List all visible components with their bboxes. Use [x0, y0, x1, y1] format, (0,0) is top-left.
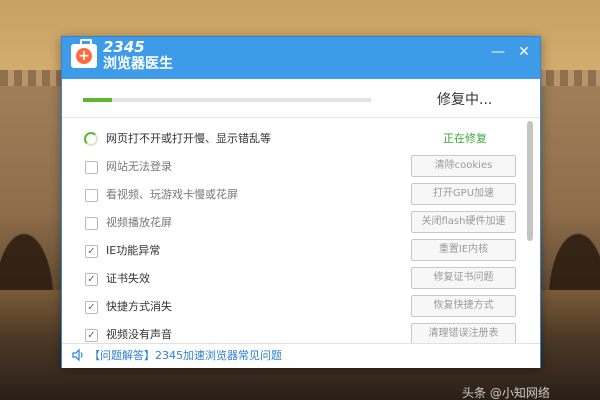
watermark-text: 头条 @小知网络 [462, 386, 550, 400]
minimize-icon[interactable]: — [488, 43, 508, 61]
issue-checkbox-checked[interactable]: ✓ [85, 301, 98, 314]
list-item: ✓ 证书失效 修复证书问题 [62, 267, 526, 293]
issue-label: 视频没有声音 [106, 328, 172, 341]
close-icon[interactable]: ✕ [514, 43, 534, 61]
repairing-status: 正在修复 [443, 132, 487, 145]
scroll-thumb[interactable] [527, 121, 533, 241]
scrollbar[interactable] [526, 121, 535, 343]
clear-cookies-button[interactable]: 清除cookies [411, 155, 516, 177]
enable-gpu-button[interactable]: 打开GPU加速 [411, 183, 516, 205]
issue-checkbox[interactable] [85, 161, 98, 174]
issue-label: 视频播放花屏 [106, 216, 172, 229]
issue-checkbox-checked[interactable]: ✓ [85, 329, 98, 342]
speaker-icon [72, 348, 83, 362]
repair-status-text: 修复中... [437, 92, 493, 108]
browser-doctor-window: + 2345 浏览器医生 — ✕ 修复中... 网页打不开或打开慢、显示错乱等 … [61, 36, 541, 368]
fix-certificate-button[interactable]: 修复证书问题 [411, 267, 516, 289]
faq-link[interactable]: 【问题解答】2345加速浏览器常见问题 [89, 347, 282, 365]
issue-checkbox[interactable] [85, 189, 98, 202]
restore-shortcut-button[interactable]: 恢复快捷方式 [411, 295, 516, 317]
list-item: 看视频、玩游戏卡慢或花屏 打开GPU加速 [62, 183, 526, 209]
issue-label: IE功能异常 [106, 244, 161, 257]
progress-fill [83, 98, 112, 102]
repair-progress-bar [83, 98, 371, 102]
title-bar[interactable]: + 2345 浏览器医生 — ✕ [62, 37, 540, 79]
divider [62, 117, 540, 118]
issue-checkbox-checked[interactable]: ✓ [85, 245, 98, 258]
list-item: 网页打不开或打开慢、显示错乱等 正在修复 [62, 127, 526, 153]
list-item: ✓ 快捷方式消失 恢复快捷方式 [62, 295, 526, 321]
disable-flash-accel-button[interactable]: 关闭flash硬件加速 [411, 211, 516, 233]
issue-label: 网页打不开或打开慢、显示错乱等 [106, 132, 271, 145]
clean-registry-button[interactable]: 清理错误注册表 [411, 323, 516, 343]
footer-bar: 【问题解答】2345加速浏览器常见问题 [62, 343, 540, 368]
list-item: 网站无法登录 清除cookies [62, 155, 526, 181]
issue-label: 看视频、玩游戏卡慢或花屏 [106, 188, 238, 201]
medkit-logo-icon: + [71, 39, 97, 68]
reset-ie-button[interactable]: 重置IE内核 [411, 239, 516, 261]
issue-label: 证书失效 [106, 272, 150, 285]
issue-checkbox-checked[interactable]: ✓ [85, 273, 98, 286]
brand-number: 2345 [103, 38, 145, 56]
list-item: ✓ IE功能异常 重置IE内核 [62, 239, 526, 265]
brand-name: 浏览器医生 [103, 56, 173, 72]
list-item: 视频播放花屏 关闭flash硬件加速 [62, 211, 526, 237]
issue-label: 快捷方式消失 [106, 300, 172, 313]
issue-list: 网页打不开或打开慢、显示错乱等 正在修复 网站无法登录 清除cookies 看视… [62, 127, 526, 343]
list-item: ✓ 视频没有声音 清理错误注册表 [62, 323, 526, 343]
issue-label: 网站无法登录 [106, 160, 172, 173]
issue-checkbox[interactable] [85, 217, 98, 230]
loading-spinner-icon [84, 132, 98, 146]
